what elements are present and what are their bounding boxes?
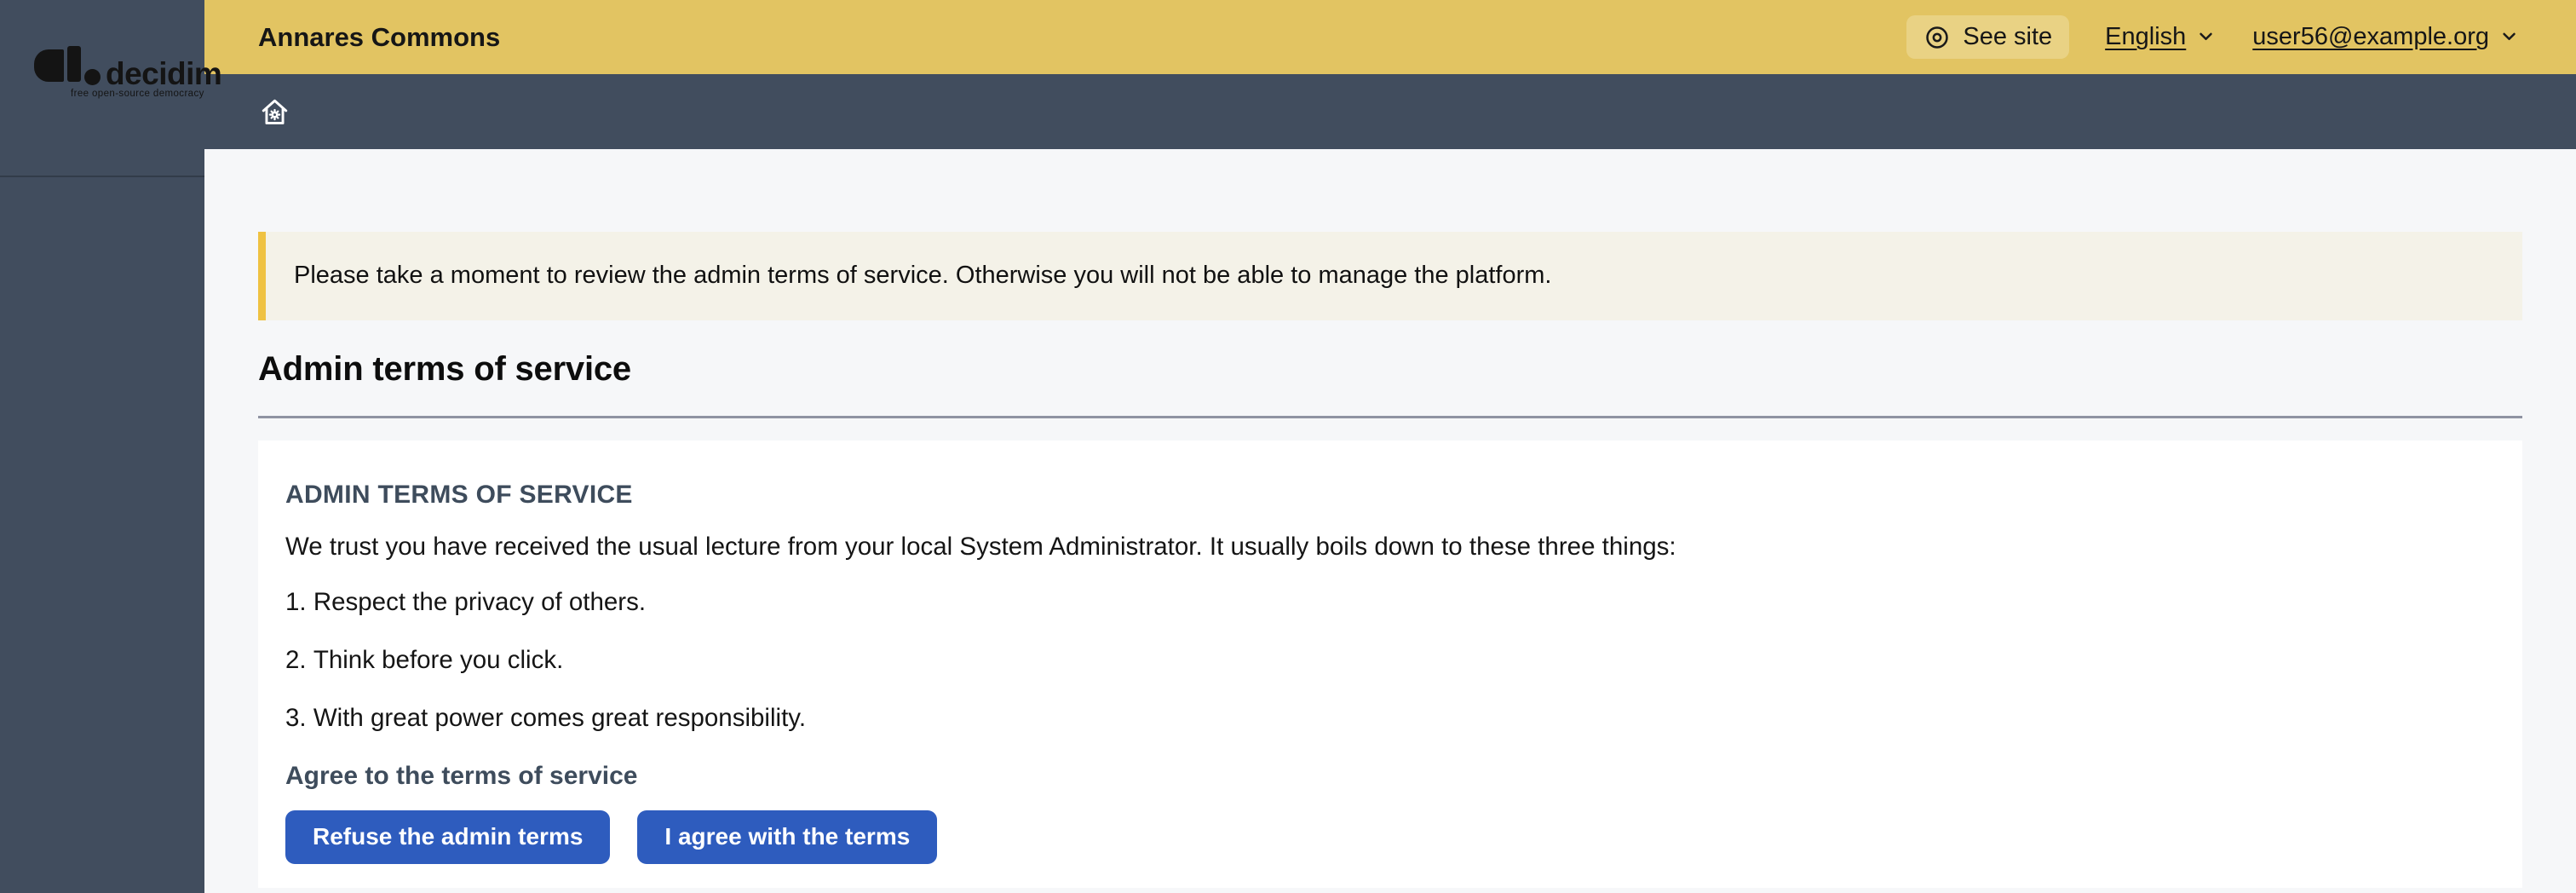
home-button[interactable] — [259, 96, 290, 128]
admin-subnav — [204, 74, 2576, 149]
see-site-button[interactable]: See site — [1906, 15, 2069, 59]
home-gear-icon — [259, 96, 290, 128]
header-actions: See site English user56@example.org — [1906, 15, 2520, 59]
see-site-label: See site — [1963, 23, 2052, 51]
sidebar: decidim free open-source democracy — [0, 0, 204, 893]
terms-section-title: ADMIN TERMS OF SERVICE — [285, 481, 2495, 510]
organization-title: Annares Commons — [258, 22, 500, 53]
terms-rules-list: Respect the privacy of others. Think bef… — [285, 588, 2495, 733]
main-content: Please take a moment to review the admin… — [204, 149, 2576, 893]
list-item: Respect the privacy of others. — [285, 588, 2495, 617]
header-bar: Annares Commons See site English user56@… — [204, 0, 2576, 74]
chevron-down-icon — [2498, 25, 2520, 54]
decidim-logo-icon — [34, 46, 104, 85]
terms-actions: Refuse the admin terms I agree with the … — [285, 810, 2495, 864]
admin-tos-notice: Please take a moment to review the admin… — [258, 232, 2522, 320]
agree-section-title: Agree to the terms of service — [285, 762, 2495, 791]
divider — [258, 416, 2522, 418]
terms-intro-paragraph: We trust you have received the usual lec… — [285, 533, 2495, 562]
page-title: Admin terms of service — [258, 350, 2522, 389]
list-item: With great power comes great responsibil… — [285, 704, 2495, 733]
refuse-terms-button[interactable]: Refuse the admin terms — [285, 810, 610, 864]
chevron-down-icon — [2194, 25, 2217, 54]
decidim-logo: decidim free open-source democracy — [0, 0, 204, 177]
agree-terms-button[interactable]: I agree with the terms — [637, 810, 937, 864]
language-label: English — [2105, 23, 2186, 51]
brand-name: decidim — [106, 58, 221, 89]
language-dropdown[interactable]: English — [2105, 23, 2217, 52]
list-item: Think before you click. — [285, 646, 2495, 675]
user-menu-dropdown[interactable]: user56@example.org — [2252, 23, 2520, 52]
eye-icon — [1923, 24, 1951, 51]
user-email-label: user56@example.org — [2252, 23, 2489, 51]
notice-text: Please take a moment to review the admin… — [294, 262, 1551, 289]
terms-card: ADMIN TERMS OF SERVICE We trust you have… — [258, 441, 2522, 888]
